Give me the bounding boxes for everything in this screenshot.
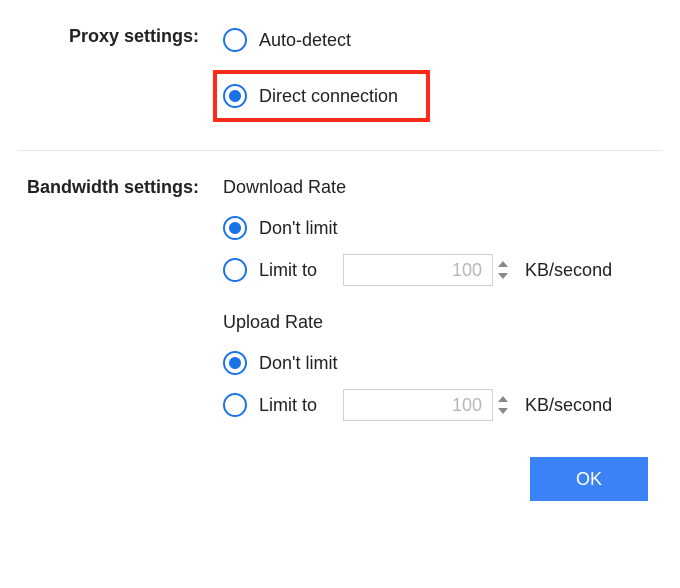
upload-limit-input[interactable] [343,389,493,421]
dialog-footer: OK [18,457,662,501]
bandwidth-settings-label: Bandwidth settings: [18,175,223,198]
download-limit-input-wrap: KB/second [343,254,612,286]
proxy-settings-content: Auto-detect Direct connection [223,24,662,122]
radio-label: Don't limit [259,218,337,239]
download-limit-row: Limit to KB/second [223,254,662,286]
upload-limit-input-wrap: KB/second [343,389,612,421]
stepper-down-icon[interactable] [497,270,509,282]
upload-limit-unit: KB/second [525,395,612,416]
radio-icon [223,258,247,282]
radio-icon [223,28,247,52]
download-limit-input[interactable] [343,254,493,286]
radio-icon [223,84,247,108]
upload-dont-limit-option[interactable]: Don't limit [223,347,662,379]
upload-limit-row: Limit to KB/second [223,389,662,421]
download-limit-unit: KB/second [525,260,612,281]
radio-icon [223,216,247,240]
upload-limit-to-option[interactable]: Limit to [223,389,317,421]
stepper-down-icon[interactable] [497,405,509,417]
proxy-option-direct-connection-highlighted: Direct connection [213,70,430,122]
upload-rate-heading: Upload Rate [223,312,662,333]
upload-rate-block: Upload Rate Don't limit Limit to [223,312,662,421]
download-rate-block: Download Rate Don't limit Limit to [223,177,662,286]
radio-icon [223,351,247,375]
radio-label: Auto-detect [259,30,351,51]
ok-button[interactable]: OK [530,457,648,501]
download-dont-limit-option[interactable]: Don't limit [223,212,662,244]
radio-label: Don't limit [259,353,337,374]
stepper-up-icon[interactable] [497,258,509,270]
radio-label: Direct connection [259,86,398,107]
proxy-settings-label: Proxy settings: [18,24,223,47]
download-limit-to-option[interactable]: Limit to [223,254,317,286]
download-limit-stepper [497,258,509,282]
proxy-option-direct-connection[interactable]: Direct connection [223,80,398,112]
divider [18,150,662,151]
proxy-option-auto-detect[interactable]: Auto-detect [223,24,662,56]
stepper-up-icon[interactable] [497,393,509,405]
upload-limit-stepper [497,393,509,417]
bandwidth-settings-content: Download Rate Don't limit Limit to [223,175,662,447]
bandwidth-settings-section: Bandwidth settings: Download Rate Don't … [18,175,662,447]
proxy-settings-section: Proxy settings: Auto-detect Direct conne… [18,24,662,122]
radio-icon [223,393,247,417]
download-rate-heading: Download Rate [223,177,662,198]
radio-label: Limit to [259,395,317,416]
radio-label: Limit to [259,260,317,281]
